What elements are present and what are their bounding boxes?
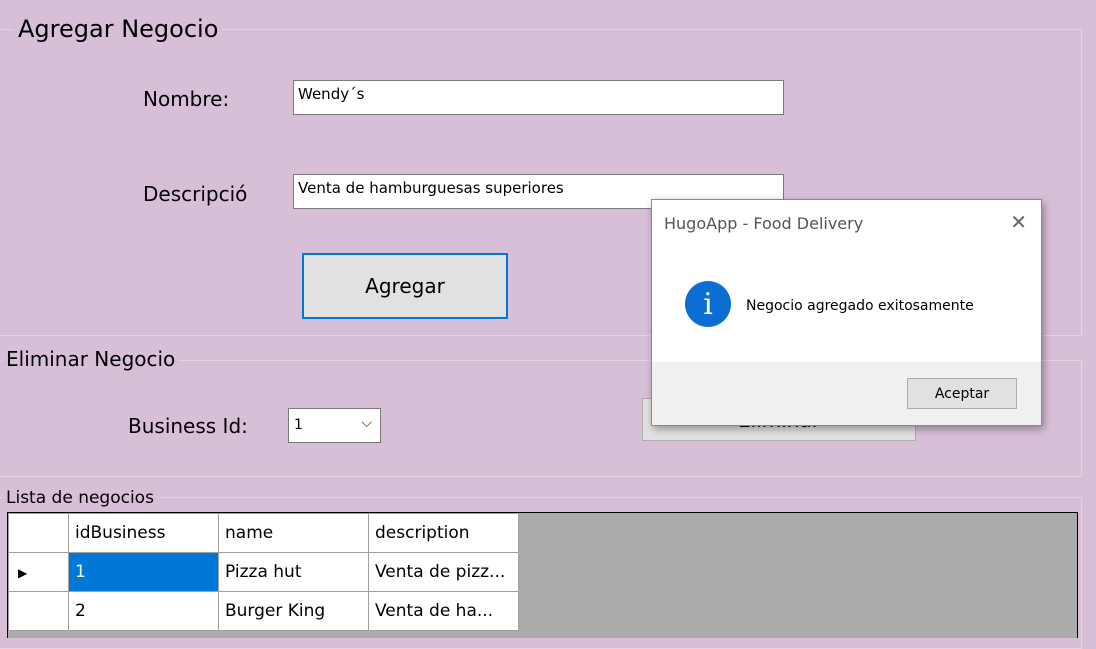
- current-row-arrow-icon: ▶: [18, 566, 28, 580]
- column-header-description[interactable]: description: [368, 513, 519, 553]
- lista-negocios-title: Lista de negocios: [2, 488, 158, 508]
- table-cell[interactable]: Burger King: [218, 591, 369, 631]
- grid-corner-cell: [8, 513, 69, 553]
- business-grid[interactable]: idBusiness name description ▶ 1 Pizza hu…: [7, 512, 1078, 638]
- table-cell[interactable]: Venta de ha...: [368, 591, 519, 631]
- dialog-footer: Aceptar: [652, 362, 1041, 425]
- message-dialog: HugoApp - Food Delivery ✕ i Negocio agre…: [651, 199, 1042, 426]
- close-icon[interactable]: ✕: [1010, 210, 1027, 234]
- business-id-label: Business Id:: [128, 414, 248, 438]
- aceptar-button[interactable]: Aceptar: [907, 378, 1017, 409]
- descripcion-label: Descripció: [143, 182, 248, 206]
- grid-header-row: idBusiness name description: [8, 513, 519, 553]
- agregar-negocio-title: Agregar Negocio: [14, 15, 223, 43]
- table-row[interactable]: 2 Burger King Venta de ha...: [8, 591, 519, 631]
- table-cell[interactable]: Venta de pizz...: [368, 552, 519, 592]
- column-header-name[interactable]: name: [218, 513, 369, 553]
- table-cell[interactable]: Pizza hut: [218, 552, 369, 592]
- business-id-value: 1: [294, 417, 303, 433]
- row-header[interactable]: ▶: [8, 552, 69, 592]
- aceptar-button-label: Aceptar: [934, 385, 990, 402]
- eliminar-negocio-title: Eliminar Negocio: [2, 347, 180, 371]
- dialog-message: Negocio agregado exitosamente: [746, 298, 974, 314]
- business-id-select[interactable]: 1 ⌵: [288, 408, 381, 443]
- chevron-down-icon: ⌵: [361, 415, 372, 431]
- agregar-button[interactable]: Agregar: [302, 253, 508, 319]
- table-cell[interactable]: 1: [68, 552, 219, 592]
- info-icon: i: [685, 281, 731, 327]
- table-cell[interactable]: 2: [68, 591, 219, 631]
- column-header-idbusiness[interactable]: idBusiness: [68, 513, 219, 553]
- nombre-label: Nombre:: [143, 87, 230, 111]
- table-row[interactable]: ▶ 1 Pizza hut Venta de pizz...: [8, 552, 519, 592]
- dialog-title: HugoApp - Food Delivery: [664, 214, 864, 233]
- row-header[interactable]: [8, 591, 69, 631]
- nombre-field[interactable]: Wendy´s: [293, 80, 784, 115]
- agregar-button-label: Agregar: [365, 274, 445, 298]
